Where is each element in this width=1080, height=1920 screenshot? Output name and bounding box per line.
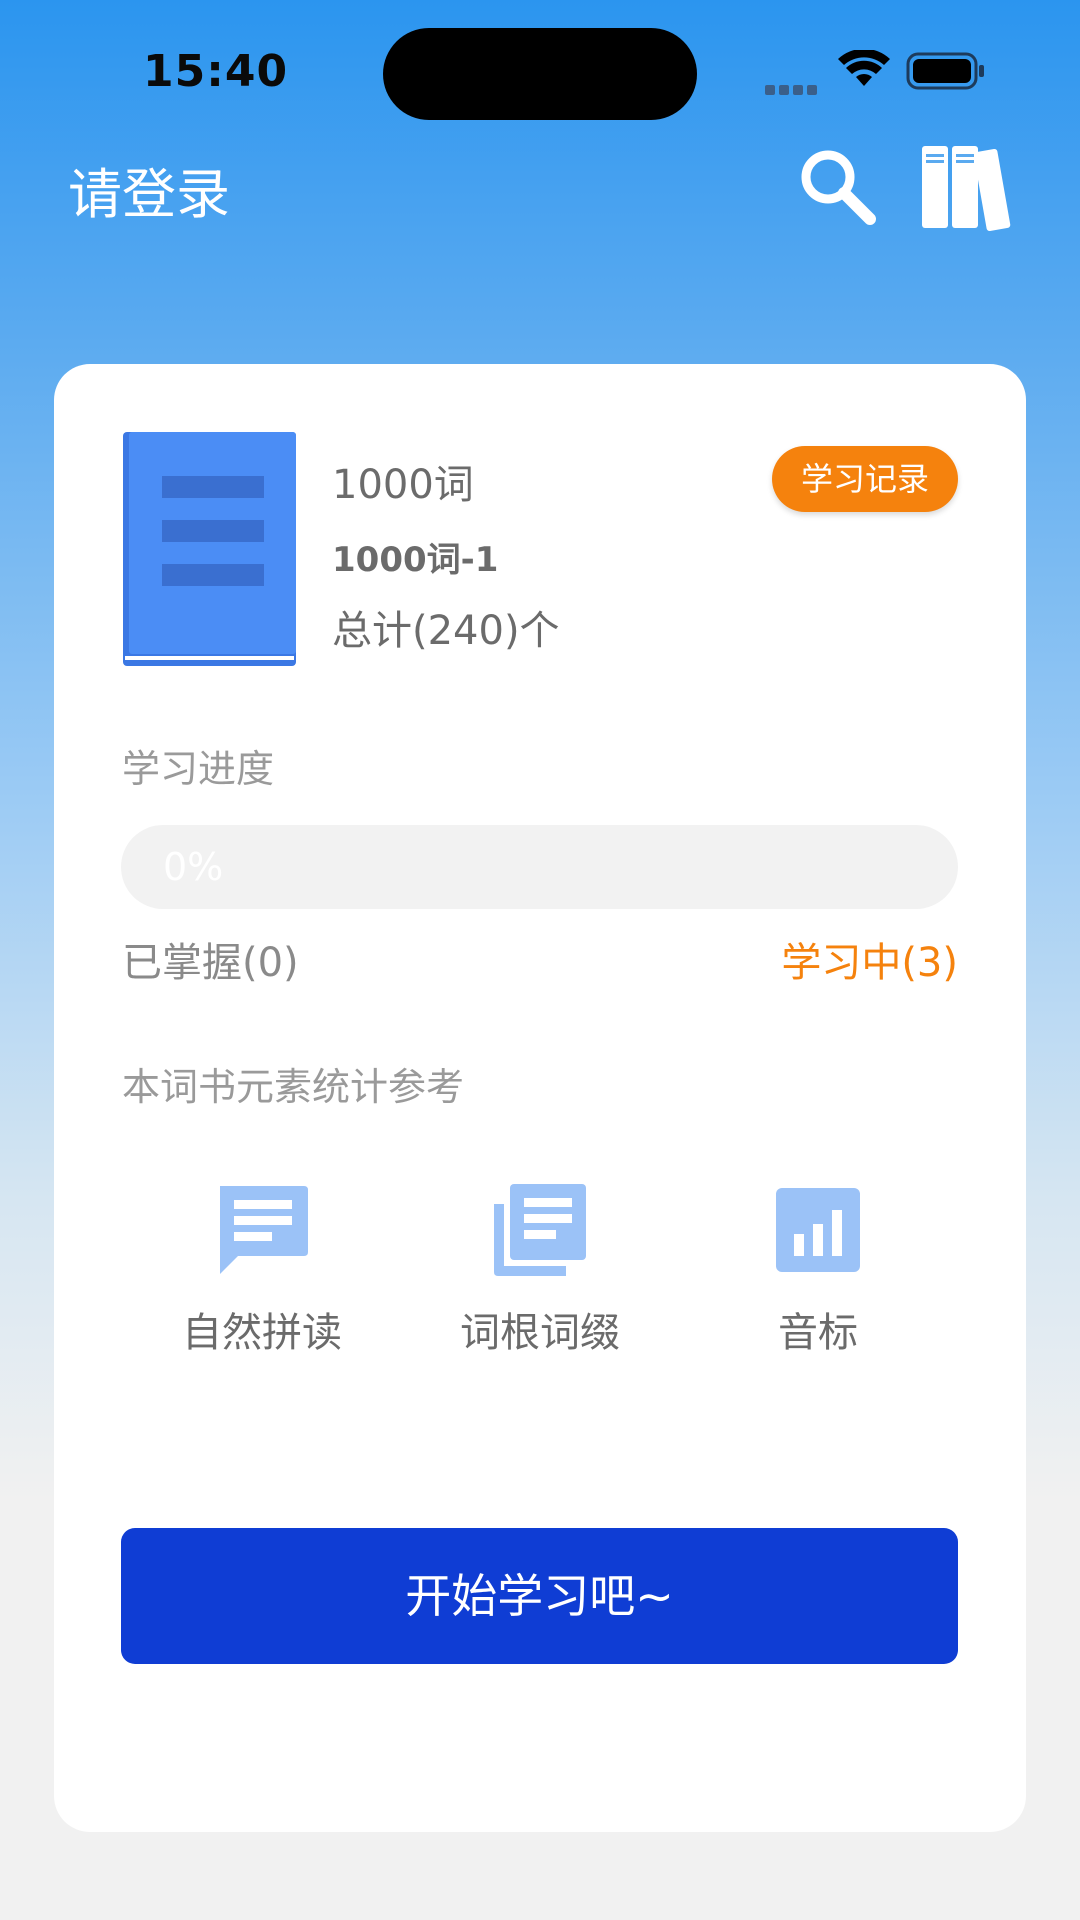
- cellular-signal-icon: [765, 80, 825, 95]
- start-learning-button[interactable]: 开始学习吧~: [121, 1528, 958, 1664]
- status-time: 15:40: [143, 46, 289, 97]
- search-icon: [801, 150, 876, 225]
- stat-phonetics[interactable]: 音标: [708, 1180, 928, 1358]
- stat-label: 音标: [778, 1310, 858, 1356]
- stat-phonics[interactable]: 自然拼读: [152, 1180, 372, 1358]
- stat-roots-affixes[interactable]: 词根词缀: [430, 1180, 650, 1358]
- progress-percent: 0%: [163, 845, 224, 889]
- book-unit: 1000词-1: [332, 540, 499, 580]
- progress-label: 学习进度: [122, 747, 275, 791]
- study-record-button[interactable]: 学习记录: [772, 446, 958, 512]
- stat-label: 自然拼读: [182, 1310, 342, 1356]
- battery-icon: [906, 52, 984, 90]
- word-total: 总计(240)个: [332, 608, 560, 654]
- wifi-icon: [838, 50, 890, 86]
- library-icon: [494, 1184, 586, 1276]
- stats-label: 本词书元素统计参考: [122, 1065, 465, 1109]
- mastered-count[interactable]: 已掌握(0): [122, 930, 299, 988]
- book-cover-icon: [123, 432, 296, 666]
- chat-icon: [220, 1186, 308, 1274]
- books-icon: [922, 146, 1011, 232]
- bar-chart-icon: [776, 1188, 860, 1272]
- book-name: 1000词: [332, 462, 474, 508]
- status-bar: 15:40: [0, 0, 1080, 130]
- dynamic-island: [383, 28, 697, 120]
- learning-count[interactable]: 学习中(3): [781, 930, 958, 988]
- bookshelf-button[interactable]: [918, 142, 1012, 232]
- login-prompt[interactable]: 请登录: [68, 150, 230, 229]
- search-button[interactable]: [796, 145, 878, 227]
- progress-bar: 0%: [121, 825, 958, 909]
- stat-label: 词根词缀: [460, 1310, 620, 1356]
